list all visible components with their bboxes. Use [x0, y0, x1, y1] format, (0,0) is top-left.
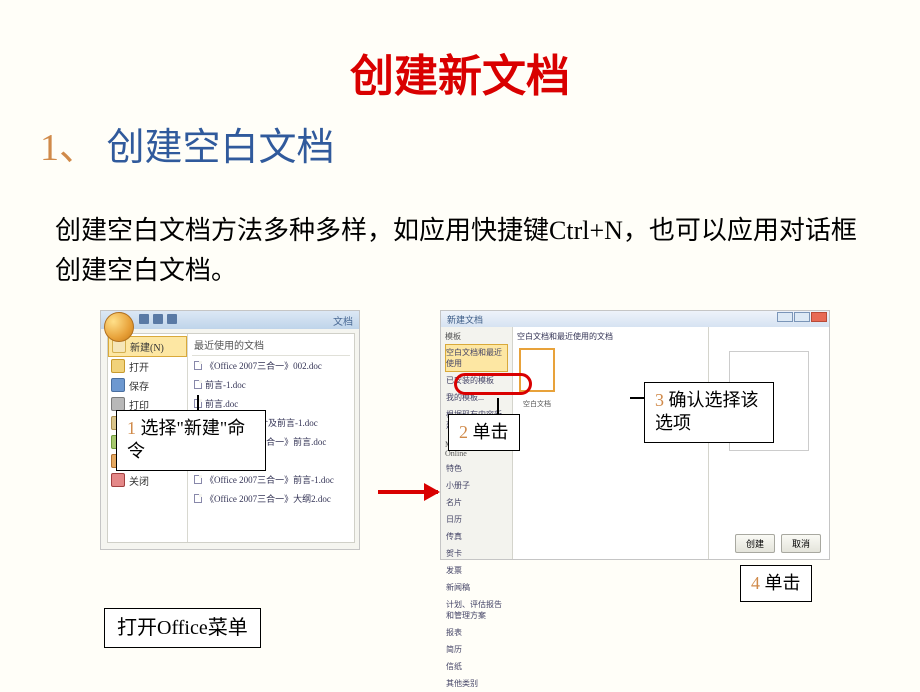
subtitle-number: 1、 — [40, 127, 97, 169]
recent-document-item: 《Office 2007三合一》前言-1.doc — [192, 470, 350, 489]
online-template-item: 简历 — [445, 641, 508, 658]
callout-5-text: 打开Office菜单 — [117, 617, 248, 639]
slide-subtitle: 1、 创建空白文档 — [0, 104, 920, 171]
menu-item: 打开 — [108, 357, 187, 376]
qat-icons — [139, 314, 177, 324]
gallery-section-header: 空白文档和最近使用的文档 — [517, 331, 704, 346]
close-icon — [111, 473, 125, 487]
dialog-titlebar: 新建文档 — [441, 311, 829, 327]
ribbon-tab-label: 文档 — [333, 313, 353, 328]
callout-2: 2 单击 — [448, 414, 520, 451]
callout-2-number: 2 — [459, 422, 468, 442]
callout-4: 4 单击 — [740, 565, 812, 602]
callout-1-number: 1 — [127, 418, 136, 438]
callout-leader-1 — [197, 395, 199, 411]
callout-1-text: 选择"新建"命令 — [127, 418, 245, 461]
online-template-item: 其他类别 — [445, 675, 508, 692]
dialog-buttons: 创建 取消 — [735, 534, 821, 553]
callout-3-number: 3 — [655, 390, 664, 410]
print-icon — [111, 397, 125, 411]
quick-access-toolbar: 文档 — [101, 311, 359, 329]
close-icon — [811, 312, 827, 322]
highlight-circle — [454, 373, 532, 395]
menu-item-label: 打开 — [129, 359, 149, 374]
online-template-item: 计划、评估报告和管理方案 — [445, 596, 508, 624]
online-template-item: 信纸 — [445, 658, 508, 675]
callout-5: 打开Office菜单 — [104, 608, 261, 648]
menu-item-label: 关闭 — [129, 473, 149, 488]
document-icon — [194, 361, 202, 370]
template-header: 模板 — [445, 331, 508, 344]
menu-item: 关闭 — [108, 471, 187, 490]
subtitle-text: 创建空白文档 — [107, 127, 335, 169]
recent-document-item: 《Office 2007三合一》大纲2.doc — [192, 489, 350, 508]
online-template-item: 贺卡 — [445, 545, 508, 562]
online-template-item: 新闻稿 — [445, 579, 508, 596]
online-template-item: 报表 — [445, 624, 508, 641]
arrow-icon — [378, 490, 438, 494]
online-template-item: 日历 — [445, 511, 508, 528]
recent-documents-header: 最近使用的文档 — [192, 336, 350, 356]
create-button: 创建 — [735, 534, 775, 553]
online-template-item: 特色 — [445, 460, 508, 477]
menu-item: 保存 — [108, 376, 187, 395]
document-icon — [194, 380, 202, 389]
recent-document-label: 前言-1.doc — [205, 378, 246, 391]
cancel-button: 取消 — [781, 534, 821, 553]
recent-document-label: 《Office 2007三合一》002.doc — [205, 359, 322, 372]
online-template-item: 传真 — [445, 528, 508, 545]
save-icon — [111, 378, 125, 392]
online-template-item: 小册子 — [445, 477, 508, 494]
callout-3-text: 确认选择该选项 — [655, 390, 759, 433]
window-buttons — [776, 312, 827, 322]
callout-1: 1 选择"新建"命令 — [116, 410, 266, 471]
recent-document-label: 前言.doc — [205, 397, 238, 410]
online-template-item: 发票 — [445, 562, 508, 579]
blank-document-label: 空白文档 — [517, 399, 557, 409]
callout-3: 3 确认选择该选项 — [644, 382, 774, 443]
open-icon — [111, 359, 125, 373]
callout-2-text: 单击 — [473, 422, 509, 442]
minimize-icon — [777, 312, 793, 322]
menu-item-label: 新建(N) — [130, 339, 164, 354]
recent-document-label: 《Office 2007三合一》前言-1.doc — [205, 473, 334, 486]
office-button-icon — [104, 312, 134, 342]
template-item-blank: 空白文档和最近使用 — [445, 344, 508, 372]
callout-4-number: 4 — [751, 573, 760, 593]
slide-title: 创建新文档 — [0, 0, 920, 104]
maximize-icon — [794, 312, 810, 322]
body-paragraph: 创建空白文档方法多种多样，如应用快捷键Ctrl+N，也可以应用对话框创建空白文档… — [0, 171, 920, 292]
callout-4-text: 单击 — [765, 573, 801, 593]
dialog-title: 新建文档 — [441, 311, 829, 326]
document-icon — [194, 475, 202, 484]
document-icon — [194, 494, 202, 503]
menu-item-label: 保存 — [129, 378, 149, 393]
callout-leader-2 — [497, 398, 499, 415]
recent-document-label: 《Office 2007三合一》大纲2.doc — [205, 492, 331, 505]
online-template-item: 名片 — [445, 494, 508, 511]
recent-document-item: 前言-1.doc — [192, 375, 350, 394]
recent-document-item: 《Office 2007三合一》002.doc — [192, 356, 350, 375]
